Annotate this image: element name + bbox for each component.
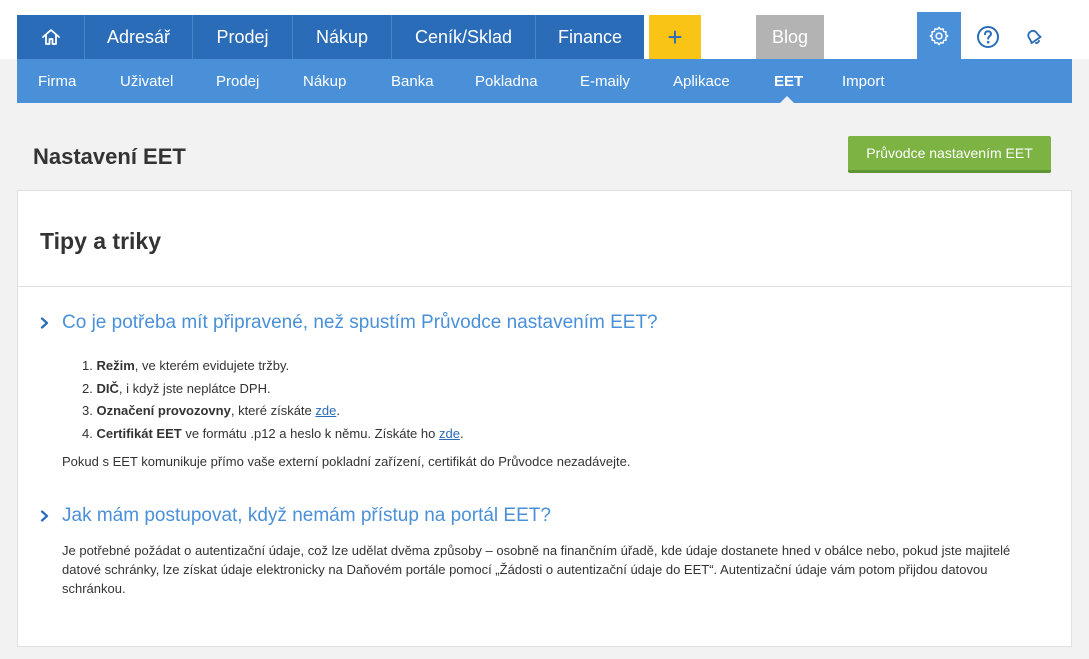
sub-nav-item-banka[interactable]: Banka bbox=[391, 59, 434, 103]
active-tab-indicator bbox=[780, 96, 794, 103]
home-button[interactable] bbox=[17, 15, 85, 59]
sub-nav-item-import[interactable]: Import bbox=[842, 59, 885, 103]
main-nav-item-nakup[interactable]: Nákup bbox=[293, 15, 392, 59]
notifications-button[interactable] bbox=[1012, 15, 1056, 59]
sub-nav-item-emaily[interactable]: E-maily bbox=[580, 59, 630, 103]
sub-nav-item-nakup[interactable]: Nákup bbox=[303, 59, 346, 103]
sub-nav-item-aplikace[interactable]: Aplikace bbox=[673, 59, 730, 103]
home-icon bbox=[41, 29, 60, 45]
faq-question-preparation[interactable]: Co je potřeba mít připravené, než spustí… bbox=[40, 312, 658, 334]
preparation-note: Pokud s EET komunikuje přímo vaše extern… bbox=[62, 454, 631, 469]
faq-question-text: Jak mám postupovat, když nemám přístup n… bbox=[62, 505, 551, 526]
main-nav-item-cenik-sklad[interactable]: Ceník/Sklad bbox=[392, 15, 536, 59]
main-nav-item-finance[interactable]: Finance bbox=[536, 15, 644, 59]
card-header: Tipy a triky bbox=[18, 191, 1071, 287]
gear-icon bbox=[929, 26, 949, 45]
eet-wizard-button[interactable]: Průvodce nastavením EET bbox=[848, 136, 1051, 173]
add-button[interactable]: + bbox=[649, 15, 701, 59]
help-icon bbox=[977, 26, 999, 48]
bell-icon bbox=[1027, 29, 1042, 45]
chevron-right-icon bbox=[40, 510, 52, 522]
list-item: 3. Označení provozovny, které získáte zd… bbox=[82, 403, 340, 418]
tips-card: Tipy a triky Co je potřeba mít připraven… bbox=[17, 190, 1072, 647]
card-title: Tipy a triky bbox=[40, 228, 162, 254]
main-nav-item-prodej[interactable]: Prodej bbox=[193, 15, 293, 59]
portal-access-answer: Je potřebné požádat o autentizační údaje… bbox=[62, 543, 1011, 596]
list-item: 2. DIČ, i když jste neplátce DPH. bbox=[82, 380, 271, 396]
sub-nav-item-pokladna[interactable]: Pokladna bbox=[475, 59, 538, 103]
provozovna-link[interactable]: zde bbox=[315, 403, 336, 418]
main-nav: Adresář Prodej Nákup Ceník/Sklad Finance bbox=[17, 15, 644, 59]
main-nav-item-adresar[interactable]: Adresář bbox=[85, 15, 193, 59]
sub-nav-item-prodej[interactable]: Prodej bbox=[216, 59, 259, 103]
preparation-list: 1. Režim, ve kterém evidujete tržby. 2. … bbox=[82, 355, 464, 445]
blog-button[interactable]: Blog bbox=[756, 15, 824, 59]
list-item: 4. Certifikát EET ve formátu .p12 a hesl… bbox=[82, 425, 464, 441]
sub-nav-item-firma[interactable]: Firma bbox=[38, 59, 76, 103]
page-title: Nastavení EET bbox=[33, 144, 186, 169]
settings-button[interactable] bbox=[917, 12, 961, 59]
chevron-right-icon bbox=[40, 317, 52, 329]
sub-nav: Firma Uživatel Prodej Nákup Banka Poklad… bbox=[17, 59, 1072, 103]
sub-nav-item-uzivatel[interactable]: Uživatel bbox=[120, 59, 173, 103]
faq-question-portal-access[interactable]: Jak mám postupovat, když nemám přístup n… bbox=[40, 505, 551, 527]
certificate-link[interactable]: zde bbox=[439, 426, 460, 441]
help-button[interactable] bbox=[966, 15, 1010, 59]
list-item: 1. Režim, ve kterém evidujete tržby. bbox=[82, 358, 290, 373]
faq-question-text: Co je potřeba mít připravené, než spustí… bbox=[62, 312, 658, 333]
